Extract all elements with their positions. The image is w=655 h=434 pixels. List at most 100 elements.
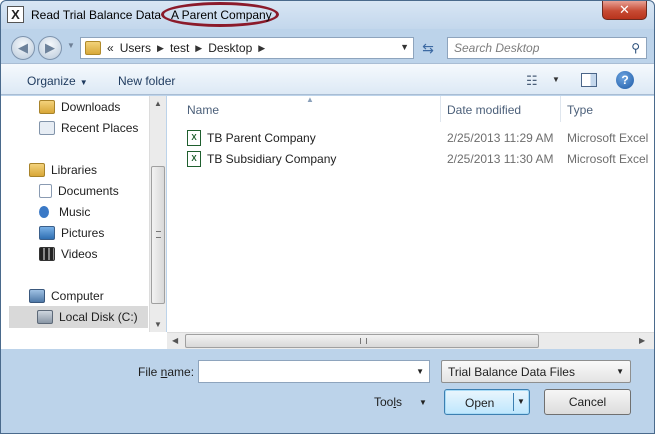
- scroll-down-icon[interactable]: ▼: [154, 320, 162, 329]
- pictures-icon: [39, 226, 55, 240]
- libraries-icon: [29, 163, 45, 177]
- downloads-icon: [39, 100, 55, 114]
- scroll-right-icon[interactable]: ▶: [639, 336, 645, 345]
- nav-item-documents[interactable]: Documents: [39, 182, 119, 200]
- nav-item-label: Computer: [51, 289, 104, 303]
- recent-places-icon: [39, 121, 55, 135]
- new-folder-button[interactable]: New folder: [118, 74, 175, 88]
- nav-item-music[interactable]: Music: [39, 203, 90, 221]
- breadcrumb-test[interactable]: test: [170, 41, 189, 55]
- scroll-left-icon[interactable]: ◀: [172, 336, 178, 345]
- back-button[interactable]: ◀: [11, 36, 35, 60]
- nav-item-label: Libraries: [51, 163, 98, 177]
- file-type-select[interactable]: Trial Balance Data Files ▼: [441, 360, 631, 383]
- nav-item-downloads[interactable]: Downloads: [39, 98, 120, 116]
- nav-item-label: Downloads: [61, 100, 121, 114]
- file-type: Microsoft Excel: [567, 152, 649, 166]
- music-icon: [39, 206, 49, 218]
- column-divider[interactable]: [560, 96, 561, 122]
- breadcrumb-overflow[interactable]: «: [107, 41, 114, 55]
- folder-icon: [85, 41, 101, 55]
- cancel-button[interactable]: Cancel: [544, 389, 631, 415]
- organize-label: Organize: [27, 74, 76, 88]
- nav-item-label: Local Disk (C:): [59, 310, 138, 324]
- company-name: A Parent Company: [171, 8, 272, 22]
- file-row[interactable]: X TB Subsidiary Company 2/25/2013 11:30 …: [167, 149, 654, 169]
- address-bar[interactable]: « Users ▶ test ▶ Desktop ▶ ▼: [80, 37, 414, 59]
- search-icon[interactable]: ⚲: [631, 41, 640, 55]
- open-options-dropdown-icon[interactable]: ▼: [517, 397, 525, 406]
- organize-button[interactable]: Organize ▼: [27, 74, 88, 88]
- scroll-thumb[interactable]: [151, 166, 165, 304]
- nav-item-label: Recent Places: [61, 121, 139, 135]
- refresh-button[interactable]: ⇆: [416, 37, 440, 59]
- search-input[interactable]: [454, 38, 624, 58]
- sort-ascending-icon: ▲: [306, 95, 314, 104]
- chevron-right-icon[interactable]: ▶: [157, 43, 164, 54]
- tools-dropdown-icon[interactable]: ▼: [419, 398, 427, 407]
- chevron-down-icon: ▼: [79, 78, 88, 87]
- grip-icon: [360, 338, 367, 344]
- label-part: s: [396, 395, 403, 409]
- chevron-down-icon[interactable]: ▼: [416, 367, 424, 376]
- split-divider: [513, 393, 514, 411]
- navigation-bar: ◀ ▶ ▼ « Users ▶ test ▶ Desktop ▶ ▼ ⇆ ⚲: [1, 29, 654, 63]
- nav-item-local-disk[interactable]: Local Disk (C:): [9, 306, 148, 328]
- breadcrumb-users[interactable]: Users: [120, 41, 151, 55]
- nav-item-label: Documents: [58, 184, 119, 198]
- column-divider[interactable]: [440, 96, 441, 122]
- forward-button[interactable]: ▶: [38, 36, 62, 60]
- column-header-date-modified[interactable]: Date modified: [447, 96, 521, 122]
- nav-item-label: Pictures: [61, 226, 105, 240]
- nav-pane-scrollbar[interactable]: ▲ ▼: [149, 96, 166, 332]
- file-date: 2/25/2013 11:29 AM: [447, 131, 554, 145]
- command-bar: Organize ▼ New folder ☷ ▼ ?: [1, 63, 654, 95]
- nav-item-label: Videos: [61, 247, 98, 261]
- open-file-dialog: X Read Trial Balance Data A Parent Compa…: [0, 0, 655, 434]
- file-name-input[interactable]: [203, 361, 403, 382]
- window-title: Read Trial Balance Data: [31, 8, 162, 22]
- breadcrumb-desktop[interactable]: Desktop: [208, 41, 252, 55]
- documents-icon: [39, 184, 52, 198]
- local-disk-icon: [37, 310, 53, 324]
- chevron-down-icon: ▼: [616, 367, 624, 376]
- close-button[interactable]: ✕: [602, 1, 647, 20]
- file-list-scrollbar[interactable]: ◀ ▶: [167, 332, 654, 349]
- file-date: 2/25/2013 11:30 AM: [447, 152, 554, 166]
- scroll-corner: [1, 332, 167, 349]
- recent-locations-dropdown-icon[interactable]: ▼: [67, 41, 75, 50]
- excel-file-icon: X: [187, 130, 201, 146]
- change-view-icon[interactable]: ☷: [526, 73, 538, 89]
- open-label: Open: [465, 396, 495, 410]
- file-name: TB Parent Company: [207, 131, 316, 145]
- nav-item-recent-places[interactable]: Recent Places: [39, 119, 138, 137]
- open-button[interactable]: Open ▼: [444, 389, 530, 415]
- file-row[interactable]: X TB Parent Company 2/25/2013 11:29 AM M…: [167, 128, 654, 148]
- chevron-right-icon[interactable]: ▶: [258, 43, 265, 54]
- nav-item-videos[interactable]: Videos: [39, 245, 97, 263]
- tools-button[interactable]: Tools: [374, 395, 402, 409]
- nav-item-libraries[interactable]: Libraries: [29, 161, 97, 179]
- excel-file-icon: X: [187, 151, 201, 167]
- file-name-combobox[interactable]: ▼: [198, 360, 430, 383]
- view-options-dropdown-icon[interactable]: ▼: [552, 75, 560, 84]
- column-header-name[interactable]: Name: [187, 96, 219, 122]
- scroll-thumb[interactable]: [185, 334, 539, 348]
- computer-icon: [29, 289, 45, 303]
- scroll-up-icon[interactable]: ▲: [154, 99, 162, 108]
- help-icon[interactable]: ?: [616, 71, 634, 89]
- videos-icon: [39, 247, 55, 261]
- file-name-label: File name:: [138, 365, 194, 379]
- nav-item-computer[interactable]: Computer: [29, 287, 104, 305]
- file-type-value: Trial Balance Data Files: [448, 365, 575, 379]
- label-part: ame:: [167, 365, 195, 379]
- search-box[interactable]: ⚲: [447, 37, 647, 59]
- nav-item-pictures[interactable]: Pictures: [39, 224, 104, 242]
- label-part: Too: [374, 395, 394, 409]
- address-dropdown-icon[interactable]: ▼: [400, 42, 409, 52]
- label-part: File: [138, 365, 161, 379]
- title-bar: X Read Trial Balance Data A Parent Compa…: [1, 1, 654, 29]
- column-header-type[interactable]: Type: [567, 96, 593, 122]
- preview-pane-icon[interactable]: [581, 73, 597, 87]
- chevron-right-icon[interactable]: ▶: [195, 43, 202, 54]
